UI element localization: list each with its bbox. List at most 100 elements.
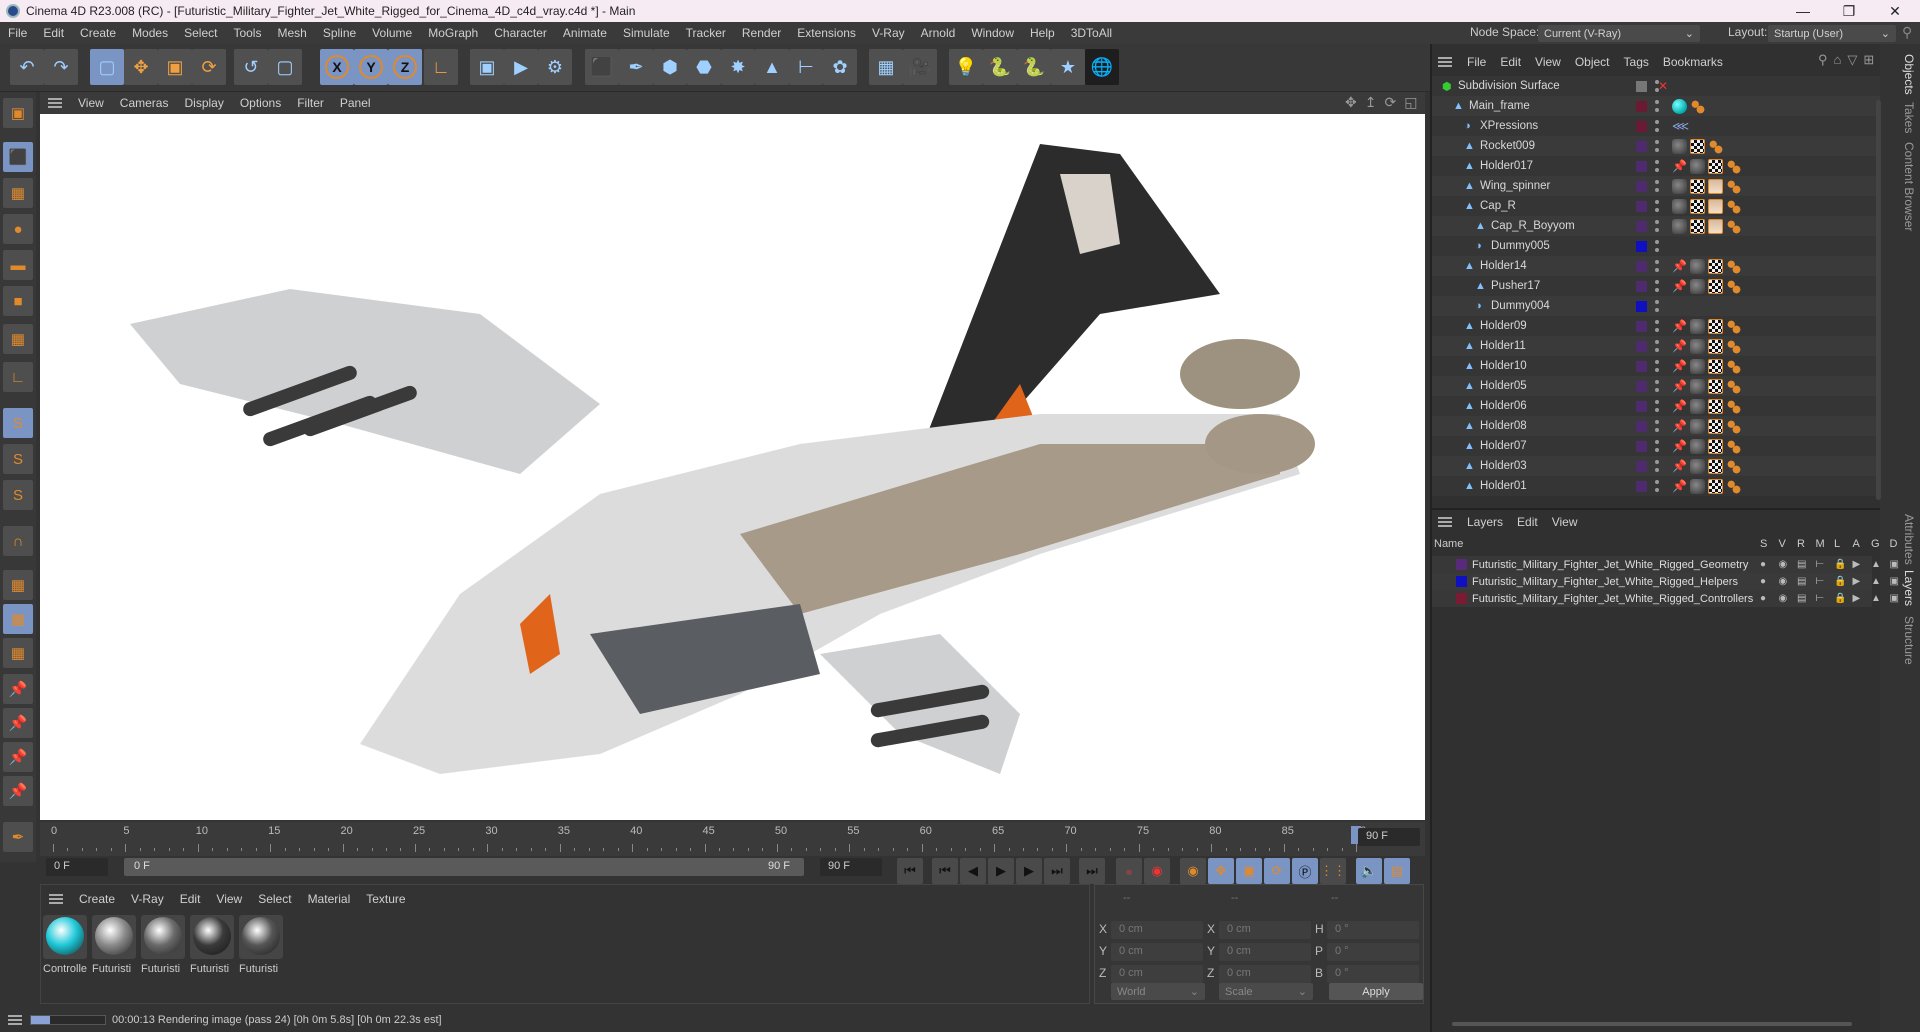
live-selection-button[interactable]: ▢ — [90, 49, 124, 85]
deformer-button[interactable]: ✿ — [823, 49, 857, 85]
generator-icon[interactable]: ▲ — [1871, 576, 1881, 587]
material-swatch[interactable]: Futuristi — [141, 915, 185, 975]
material-tag-icon[interactable] — [1690, 438, 1705, 454]
psr-button[interactable]: ↺ — [234, 49, 268, 85]
camera-button[interactable]: 🎥 — [903, 49, 937, 85]
generator-icon[interactable]: ▲ — [1871, 593, 1881, 604]
magnet-button[interactable]: ∩ — [3, 526, 33, 556]
object-row[interactable]: ▲ Pusher17 📌 — [1432, 276, 1880, 296]
manager-icon[interactable]: ⊢ — [1816, 576, 1825, 587]
disable-icon[interactable]: ✕ — [1658, 79, 1668, 93]
next-key-button[interactable]: ⏭ — [1044, 858, 1070, 884]
new-window-icon[interactable]: ⊞ — [1863, 52, 1874, 68]
axis-mode-button[interactable]: ∟ — [3, 362, 33, 392]
pin-r-button[interactable]: 📌 — [3, 742, 33, 772]
visibility-dots-icon[interactable] — [1655, 460, 1659, 472]
viewport-menu-view[interactable]: View — [70, 96, 112, 110]
constraint-tag-icon[interactable]: 📌 — [1672, 279, 1687, 294]
deformer-icon[interactable]: ▣ — [1890, 559, 1899, 570]
uvw-tag-icon[interactable] — [1708, 378, 1723, 394]
python-button[interactable]: 🐍 — [983, 49, 1017, 85]
object-row[interactable]: ▲ Holder14 📌 — [1432, 256, 1880, 276]
layer-color-swatch[interactable] — [1636, 220, 1647, 232]
dots-tag-icon[interactable] — [1726, 438, 1741, 454]
render-icon[interactable]: ▤ — [1797, 576, 1806, 587]
go-to-end-button[interactable]: ⏭ — [1079, 858, 1105, 884]
visibility-dots-icon[interactable] — [1655, 420, 1659, 432]
coordinate-field[interactable]: 0 ° — [1327, 921, 1419, 939]
dots-tag-icon[interactable] — [1726, 358, 1741, 374]
floor-button[interactable]: ▦ — [869, 49, 903, 85]
node-space-dropdown[interactable]: Current (V-Ray) ⌄ — [1538, 25, 1700, 42]
side-tab-layers[interactable]: Layers — [1902, 570, 1916, 606]
visibility-dots-icon[interactable] — [1655, 100, 1659, 112]
material-swatch[interactable]: Futuristi — [239, 915, 283, 975]
menu-spline[interactable]: Spline — [315, 26, 364, 40]
dots-tag-icon[interactable] — [1726, 258, 1741, 274]
status-menu-icon[interactable] — [8, 1015, 22, 1025]
menu-volume[interactable]: Volume — [364, 26, 420, 40]
sky-button[interactable]: 🌐 — [1085, 49, 1119, 85]
snap-mode-button[interactable]: S — [3, 480, 33, 510]
pen-button[interactable]: ✒ — [619, 49, 653, 85]
mograph-button[interactable]: ▲ — [755, 49, 789, 85]
record-keys-button[interactable]: ● — [1116, 858, 1142, 884]
material-menu-vray[interactable]: V-Ray — [123, 892, 172, 906]
go-to-start-button[interactable]: ⏮ — [897, 858, 923, 884]
point-level-button[interactable]: ⋮⋮ — [1320, 858, 1346, 884]
dots-tag-icon[interactable] — [1726, 178, 1741, 194]
layer-color-swatch[interactable] — [1636, 360, 1647, 372]
coordinate-field[interactable]: 0 cm — [1219, 921, 1311, 939]
material-tag-icon[interactable] — [1690, 478, 1705, 494]
uvw-tag-icon[interactable] — [1690, 198, 1705, 214]
timeline-film-button[interactable]: ▤ — [1384, 858, 1410, 884]
menu-arnold[interactable]: Arnold — [913, 26, 964, 40]
layers-menu-icon[interactable] — [1438, 517, 1452, 527]
apply-button[interactable]: Apply — [1329, 983, 1423, 1000]
object-menu-edit[interactable]: Edit — [1493, 55, 1528, 69]
uvw-tag-icon[interactable] — [1708, 418, 1723, 434]
layer-row[interactable]: Futuristic_Military_Fighter_Jet_White_Ri… — [1432, 556, 1899, 573]
dots-tag-icon[interactable] — [1726, 418, 1741, 434]
move-button[interactable]: ✥ — [124, 49, 158, 85]
dots-tag-icon[interactable] — [1708, 138, 1723, 154]
material-tag-icon[interactable] — [1690, 398, 1705, 414]
constraint-tag-icon[interactable]: 📌 — [1672, 159, 1687, 174]
material-menu-material[interactable]: Material — [300, 892, 359, 906]
uvw-tag-icon[interactable] — [1708, 478, 1723, 494]
side-tab-structure[interactable]: Structure — [1902, 616, 1916, 665]
material-menu-view[interactable]: View — [208, 892, 250, 906]
menu-character[interactable]: Character — [486, 26, 555, 40]
xpresso-tag-icon[interactable]: ⋘ — [1672, 119, 1689, 134]
current-frame-field[interactable]: 90 F — [1358, 828, 1420, 846]
coordinate-field[interactable]: 0 ° — [1327, 965, 1419, 983]
layer-color-swatch[interactable] — [1636, 400, 1647, 412]
layer-color-swatch[interactable] — [1636, 320, 1647, 332]
edge-mode-button[interactable]: ▬ — [3, 250, 33, 280]
visibility-icon[interactable]: ◉ — [1779, 593, 1788, 604]
rotation-key-button[interactable]: ⟳ — [1264, 858, 1290, 884]
pin-p-button[interactable]: 📌 — [3, 708, 33, 738]
filter-icon[interactable]: ▽ — [1847, 52, 1857, 68]
visibility-dots-icon[interactable] — [1655, 400, 1659, 412]
coordinate-field[interactable]: 0 cm — [1111, 943, 1203, 961]
dots-tag-icon[interactable] — [1726, 278, 1741, 294]
material-tag-icon[interactable] — [1690, 358, 1705, 374]
locked-workplane-button[interactable]: ▦ — [3, 604, 33, 634]
layer-color-swatch[interactable] — [1636, 100, 1647, 112]
object-menu-file[interactable]: File — [1460, 55, 1493, 69]
menu-animate[interactable]: Animate — [555, 26, 615, 40]
object-row[interactable]: ◑ Dummy005 — [1432, 236, 1880, 256]
visibility-dots-icon[interactable] — [1655, 300, 1659, 312]
redo-button[interactable]: ↷ — [44, 49, 78, 85]
uvw-tag-icon[interactable] — [1708, 258, 1723, 274]
material-tag-icon[interactable] — [1672, 178, 1687, 194]
uvw-tag-icon[interactable] — [1690, 138, 1705, 154]
menu-simulate[interactable]: Simulate — [615, 26, 678, 40]
menu-create[interactable]: Create — [72, 26, 124, 40]
constraint-tag-icon[interactable]: 📌 — [1672, 359, 1687, 374]
constraint-tag-icon[interactable]: 📌 — [1672, 259, 1687, 274]
visibility-dots-icon[interactable] — [1655, 440, 1659, 452]
uvw-tag-icon[interactable] — [1690, 218, 1705, 234]
autokey-button[interactable]: ◉ — [1144, 858, 1170, 884]
